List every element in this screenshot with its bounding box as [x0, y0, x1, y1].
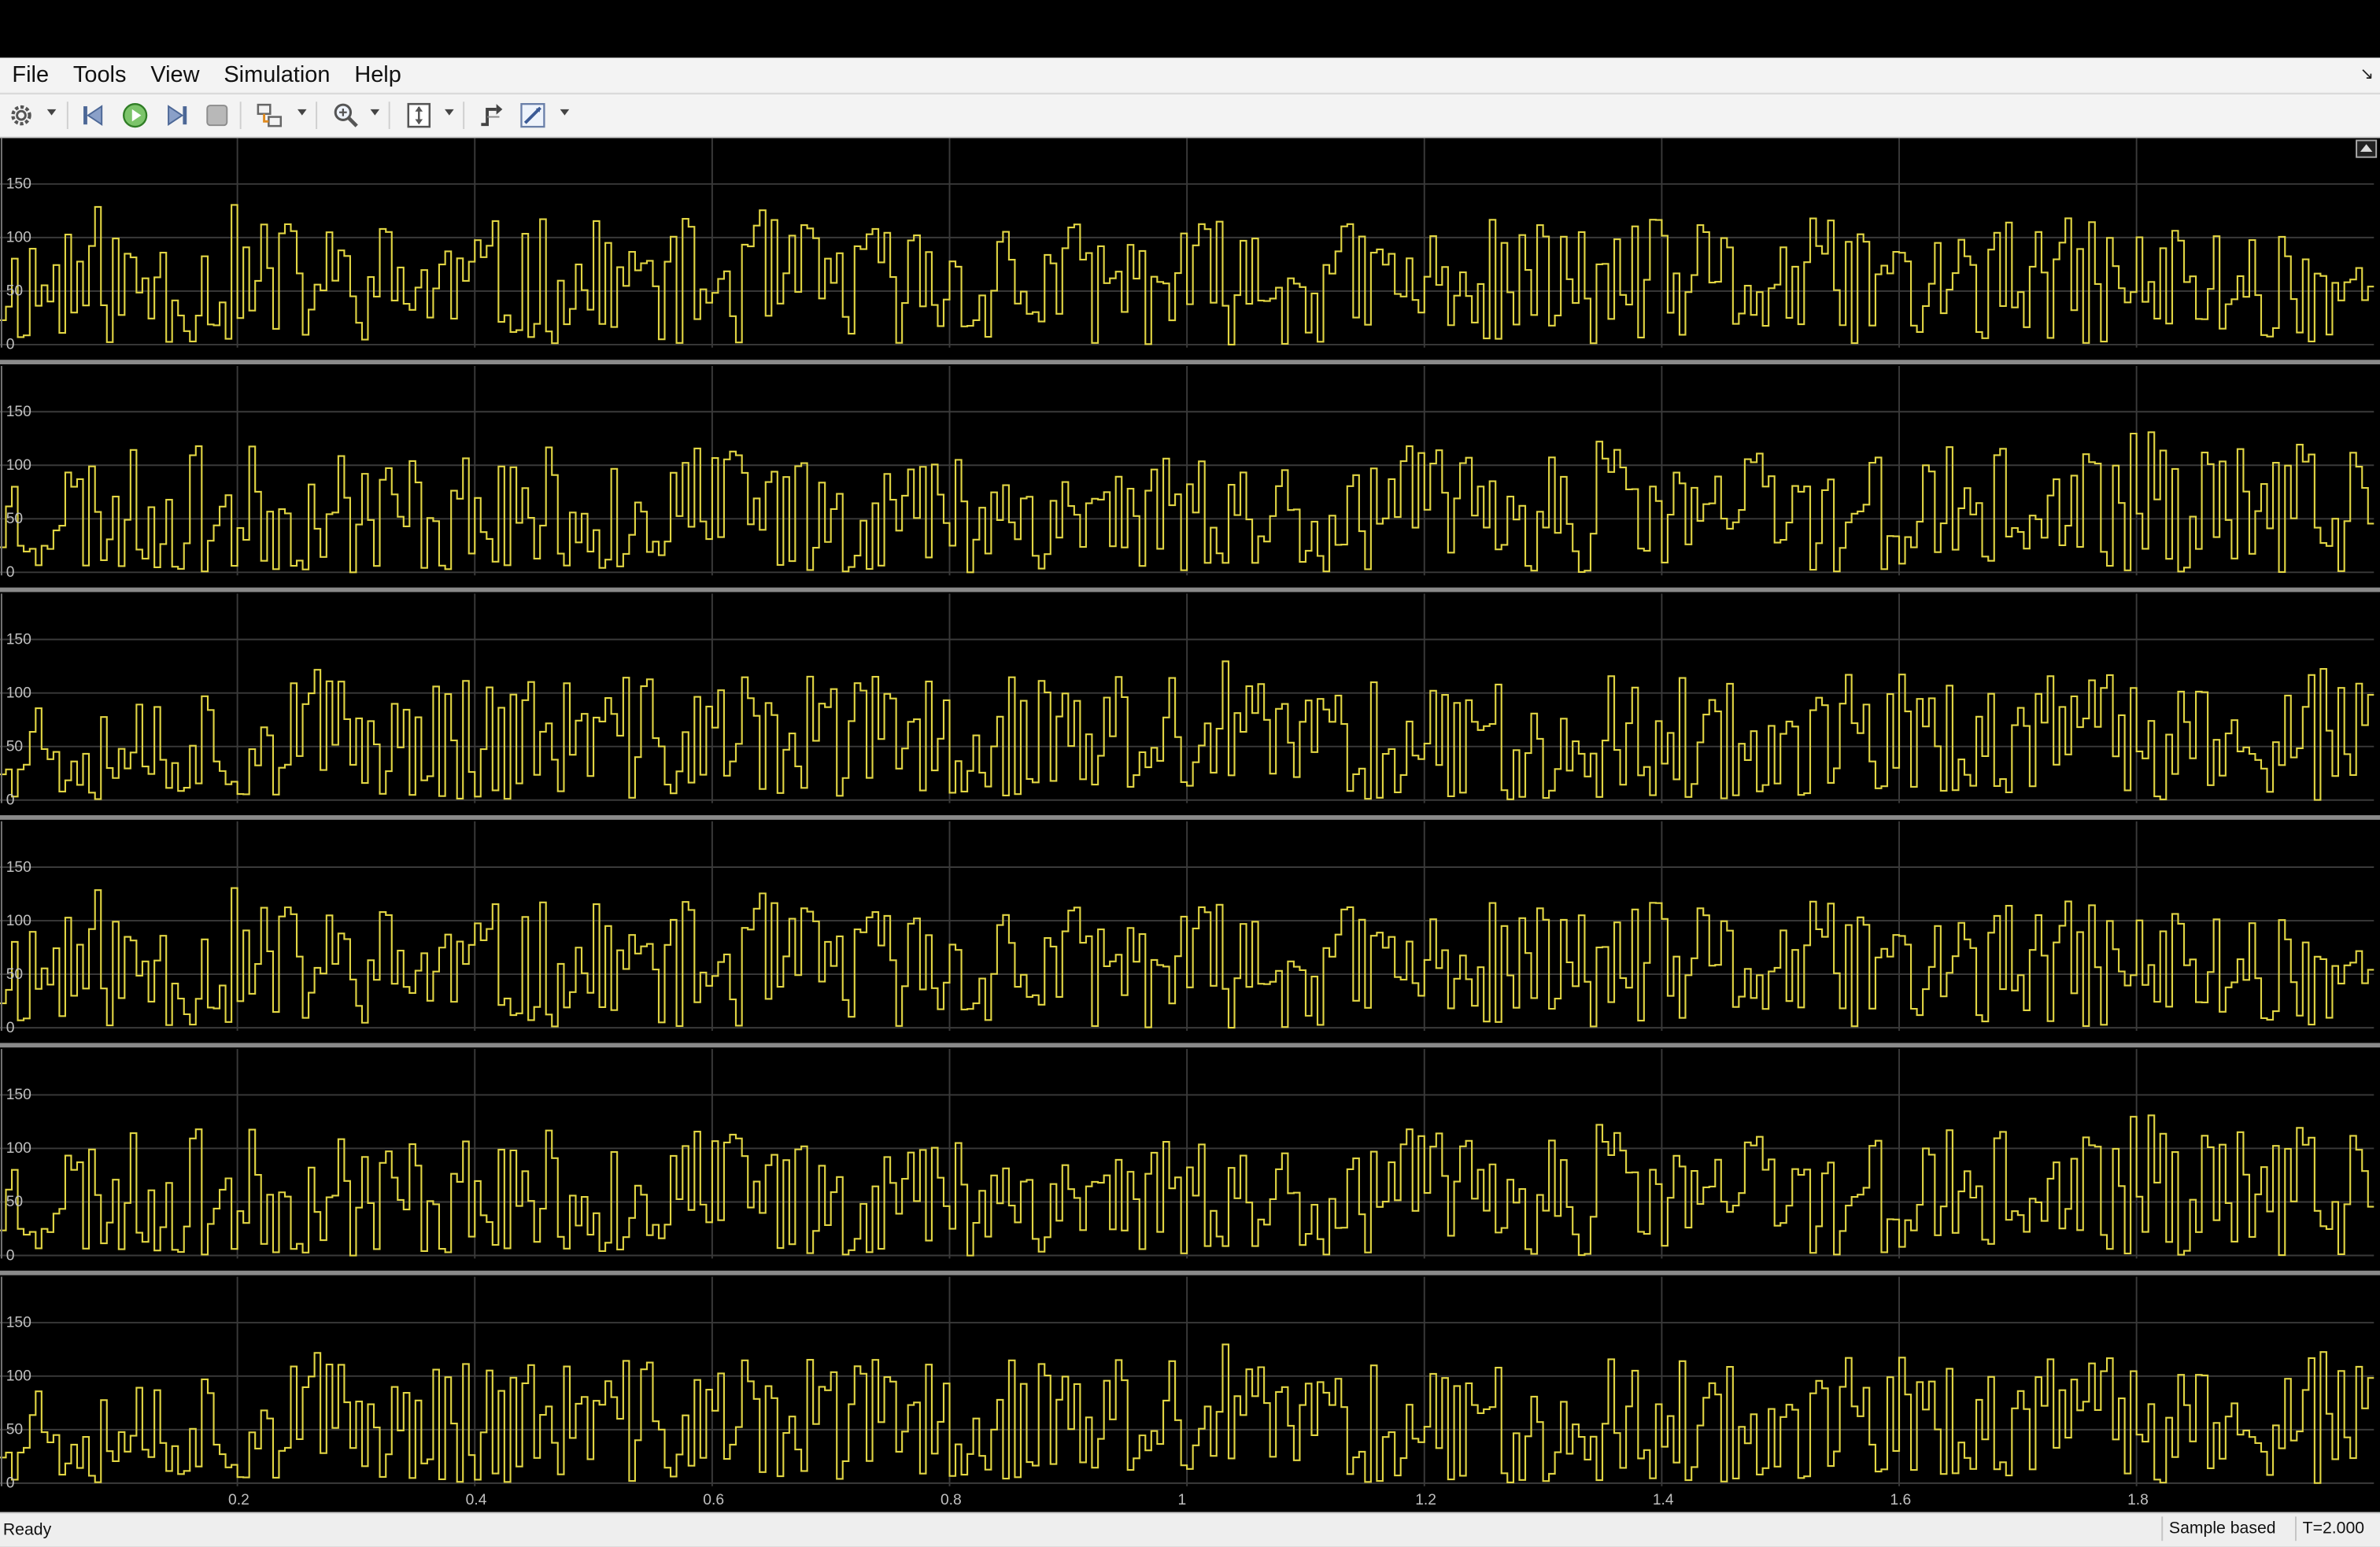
run-icon [123, 102, 148, 128]
scale-axes-dropdown-icon[interactable] [445, 109, 454, 116]
stop-button[interactable] [203, 100, 231, 131]
scale-axes-button[interactable] [404, 100, 434, 131]
y-tick-label: 50 [6, 1422, 23, 1438]
menu-tools[interactable]: Tools [61, 57, 138, 92]
panel-separator [0, 1043, 2380, 1048]
menu-help[interactable]: Help [342, 57, 413, 92]
y-tick-label: 150 [6, 859, 31, 876]
simulation-time: T=2.000 [2294, 1516, 2380, 1541]
scale-axes-icon [407, 102, 431, 128]
scope-display[interactable]: 0 50 100 150 0 50 100 150 0 50 100 150 0 50 100 150 0 50 1… [0, 138, 2380, 1508]
zoom-dropdown-icon[interactable] [370, 109, 380, 116]
y-tick-label: 50 [6, 511, 23, 527]
x-tick-label: 1.6 [1890, 1492, 1911, 1508]
triggers-icon [481, 104, 503, 127]
x-tick-label: 0.2 [228, 1492, 249, 1508]
y-tick-label: 150 [6, 1315, 31, 1331]
stop-icon [206, 105, 228, 127]
y-tick-label: 100 [6, 913, 31, 929]
measurements-button[interactable] [518, 100, 549, 131]
menu-file[interactable]: File [0, 57, 61, 92]
y-tick-label: 150 [6, 176, 31, 193]
time-scope-window: File Tools View Simulation Help ↘ 0 50 1… [0, 0, 2380, 1547]
menu-view[interactable]: View [139, 57, 212, 92]
y-tick-label: 0 [6, 1020, 15, 1036]
scope-panel-2: 0 50 100 150 [0, 365, 2380, 593]
scope-panel-6: 0 50 100 150 [0, 1276, 2374, 1492]
toolbar-separator [66, 102, 68, 129]
y-tick-label: 0 [6, 1475, 15, 1492]
step-forward-button[interactable] [162, 100, 190, 131]
x-tick-label: 0.6 [703, 1492, 724, 1508]
step-back-button[interactable] [80, 100, 108, 131]
collapse-icon[interactable] [2356, 139, 2378, 158]
triggers-button[interactable] [477, 100, 508, 131]
panel-separator [0, 1270, 2380, 1276]
menu-bar: File Tools View Simulation Help ↘ [0, 57, 2380, 94]
y-tick-label: 150 [6, 631, 31, 648]
highlight-button[interactable] [255, 100, 286, 131]
y-tick-label: 100 [6, 230, 31, 246]
scope-panel-3: 0 50 100 150 [0, 593, 2380, 820]
highlight-dropdown-icon[interactable] [297, 109, 307, 116]
zoom-button[interactable] [331, 100, 361, 131]
y-tick-label: 150 [6, 404, 31, 420]
y-tick-label: 100 [6, 685, 31, 701]
status-bar: Ready Sample based T=2.000 [0, 1512, 2380, 1547]
x-tick-label: 1.4 [1653, 1492, 1674, 1508]
configuration-button[interactable] [8, 100, 35, 131]
y-tick-label: 50 [6, 1194, 23, 1210]
toolbar-separator [316, 102, 318, 129]
step-forward-icon [168, 105, 187, 127]
measurements-dropdown-icon[interactable] [560, 109, 570, 116]
x-tick-label: 0.8 [941, 1492, 962, 1508]
panel-separator [0, 360, 2380, 365]
x-tick-label: 0.4 [466, 1492, 487, 1508]
y-tick-label: 50 [6, 283, 23, 300]
panel-separator [0, 587, 2380, 593]
toolbar [0, 94, 2380, 138]
x-tick-label: 1 [1178, 1492, 1187, 1508]
scope-panel-4: 0 50 100 150 [0, 821, 2380, 1048]
run-button[interactable] [121, 100, 149, 131]
configuration-dropdown-icon[interactable] [46, 109, 57, 116]
y-tick-label: 0 [6, 792, 15, 809]
y-tick-label: 50 [6, 738, 23, 755]
highlight-icon [257, 103, 283, 127]
status-text: Ready [2, 1521, 52, 1540]
toolbar-separator [388, 102, 390, 129]
sample-mode-indicator: Sample based [2161, 1516, 2297, 1541]
y-tick-label: 0 [6, 337, 15, 353]
y-tick-label: 100 [6, 1368, 31, 1385]
scope-axes[interactable]: 0501001500501001500501001500501001500501… [0, 138, 2380, 1508]
scope-panel-1: 0 50 100 150 [0, 138, 2380, 365]
y-tick-label: 50 [6, 966, 23, 983]
y-tick-label: 0 [6, 564, 15, 581]
measurements-icon [520, 102, 545, 128]
zoom-icon [334, 103, 358, 127]
panel-separator [0, 815, 2380, 820]
step-back-icon [83, 105, 103, 127]
y-tick-label: 100 [6, 457, 31, 474]
undock-icon[interactable]: ↘ [2360, 64, 2374, 83]
scope-panel-5: 0 50 100 150 [0, 1049, 2380, 1276]
gear-icon [11, 105, 31, 126]
x-tick-label: 1.2 [1415, 1492, 1436, 1508]
y-tick-label: 0 [6, 1247, 15, 1264]
x-tick-label: 1.8 [2127, 1492, 2149, 1508]
toolbar-separator [239, 102, 242, 129]
menu-simulation[interactable]: Simulation [212, 57, 342, 92]
title-bar [0, 0, 2380, 58]
y-tick-label: 150 [6, 1087, 31, 1103]
y-tick-label: 100 [6, 1140, 31, 1157]
toolbar-separator [463, 102, 465, 129]
